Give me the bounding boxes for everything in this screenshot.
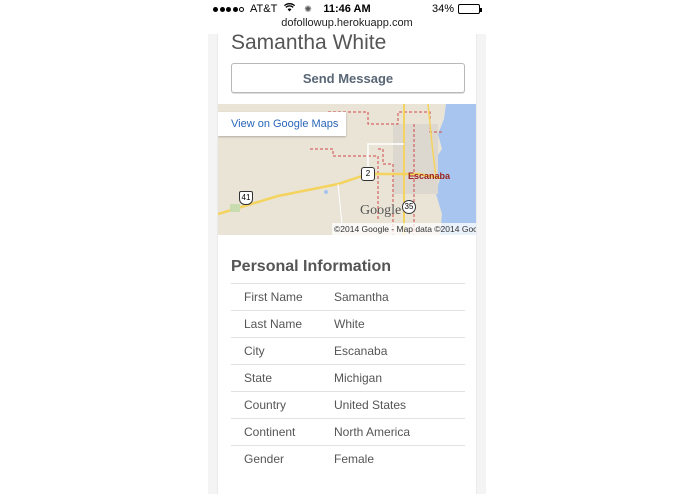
- table-row: Continent North America: [231, 418, 465, 446]
- send-message-button[interactable]: Send Message: [231, 63, 465, 93]
- lake-area: [432, 104, 476, 235]
- table-row: First Name Samantha: [231, 283, 465, 311]
- page-gutter-right: [477, 34, 486, 494]
- gender-label: Gender: [244, 452, 285, 467]
- table-row: Last Name White: [231, 310, 465, 338]
- table-row: State Michigan: [231, 364, 465, 392]
- map-attribution: ©2014 Google - Map data ©2014 Google: [332, 223, 477, 235]
- city-value: Escanaba: [334, 344, 388, 358]
- status-bar: AT&T ✺ 11:46 AM 34%: [208, 0, 486, 17]
- map-city-label: Escanaba: [408, 171, 451, 181]
- profile-page: Samantha White Send Message View on Goog…: [217, 34, 477, 494]
- route-35-shield: 35: [402, 200, 416, 214]
- contact-name: Samantha White: [231, 34, 387, 54]
- last-name-value: White: [334, 317, 365, 331]
- personal-information-heading: Personal Information: [231, 258, 392, 275]
- route-41-shield: 41: [239, 191, 253, 205]
- state-label: State: [244, 371, 273, 385]
- google-logo: Google: [360, 203, 402, 218]
- country-value: United States: [334, 398, 407, 412]
- city-label: City: [244, 344, 265, 358]
- continent-value: North America: [334, 425, 411, 439]
- last-name-label: Last Name: [244, 317, 303, 331]
- state-value: Michigan: [334, 371, 383, 385]
- continent-label: Continent: [244, 425, 296, 439]
- location-map[interactable]: View on Google Maps Escanaba 2 41 35 Goo…: [218, 104, 477, 235]
- route-2-shield: 2: [361, 167, 375, 181]
- table-row: Country United States: [231, 391, 465, 419]
- first-name-label: First Name: [244, 290, 303, 304]
- address-bar[interactable]: dofollowup.herokuapp.com: [208, 17, 486, 34]
- battery-percent: 34%: [431, 3, 454, 15]
- status-right: 34%: [431, 3, 482, 15]
- page-gutter-left: [208, 34, 217, 494]
- personal-information-table: First Name Samantha Last Name White City Es…: [231, 283, 465, 473]
- country-label: Country: [244, 398, 287, 412]
- table-row: Gender Female: [231, 445, 465, 473]
- park-area: [230, 204, 240, 212]
- battery-icon: [458, 4, 482, 14]
- small-pond: [324, 190, 328, 194]
- first-name-value: Samantha: [334, 290, 389, 304]
- view-on-google-maps-link[interactable]: View on Google Maps: [218, 112, 346, 136]
- gender-value: Female: [334, 452, 375, 467]
- table-row: City Escanaba: [231, 337, 465, 365]
